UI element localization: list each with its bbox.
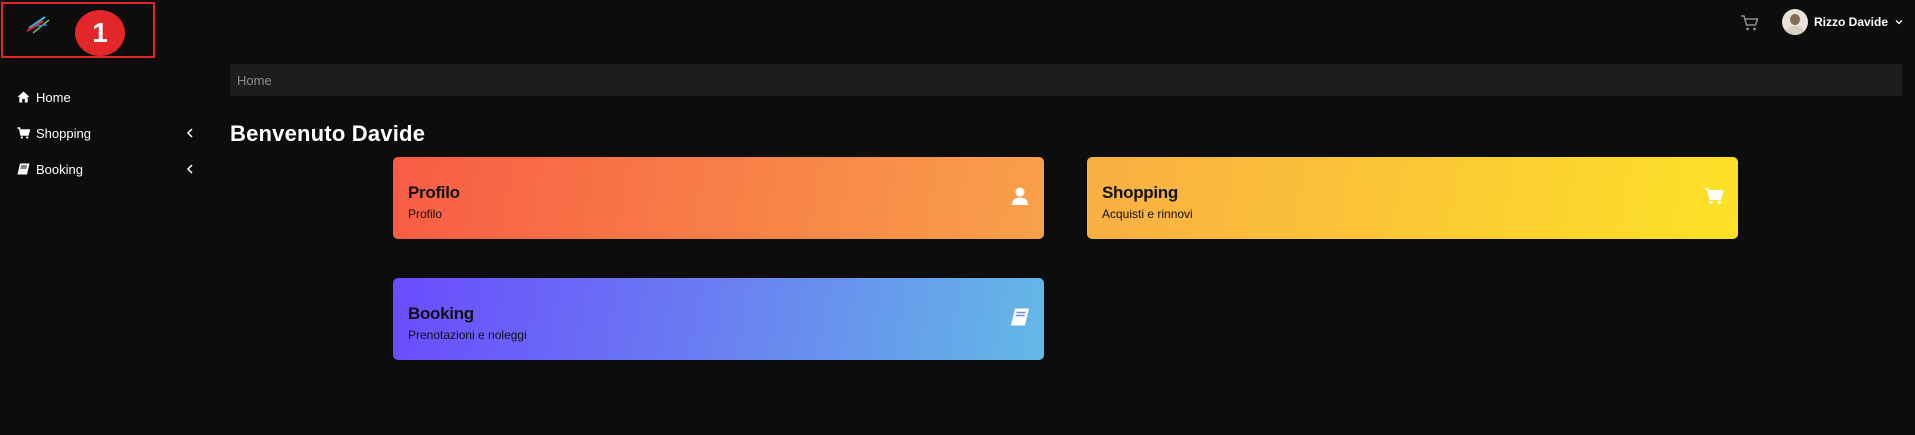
sidebar-item-label: Booking [36,161,83,177]
sidebar-item-home[interactable]: Home [16,87,194,107]
card-title: Booking [408,304,474,323]
user-menu[interactable]: Rizzo Davide [1782,7,1903,37]
breadcrumb-item[interactable]: Home [237,73,272,88]
card-subtitle: Profilo [408,207,443,221]
card-shopping[interactable]: Shopping Acquisti e rinnovi [1087,157,1738,239]
card-subtitle: Prenotazioni e noleggi [408,328,527,342]
sidebar-item-booking[interactable]: Booking [16,159,194,179]
chevron-left-icon[interactable] [186,164,194,174]
card-profilo[interactable]: Profilo Profilo [393,157,1044,239]
cart-icon[interactable] [1740,14,1760,32]
annotation-badge: 1 [75,10,125,56]
logo-annotation-box: 1 [1,2,155,58]
card-booking[interactable]: Booking Prenotazioni e noleggi [393,278,1044,360]
sidebar-item-label: Shopping [36,125,91,141]
cart-icon [16,126,30,140]
sidebar-item-label: Home [36,89,71,105]
breadcrumb: Home [230,64,1902,96]
avatar [1782,9,1808,35]
logo[interactable] [25,13,51,35]
user-name: Rizzo Davide [1814,15,1889,29]
home-icon [16,90,30,104]
card-subtitle: Acquisti e rinnovi [1102,207,1193,221]
card-title: Shopping [1102,183,1178,202]
book-icon [1011,308,1029,326]
sidebar-item-shopping[interactable]: Shopping [16,123,194,143]
page-title: Benvenuto Davide [230,121,426,146]
cart-icon [1705,188,1724,205]
chevron-down-icon [1895,20,1903,25]
user-icon [1012,187,1028,205]
chevron-left-icon[interactable] [186,128,194,138]
book-icon [16,162,30,176]
card-title: Profilo [408,183,460,202]
